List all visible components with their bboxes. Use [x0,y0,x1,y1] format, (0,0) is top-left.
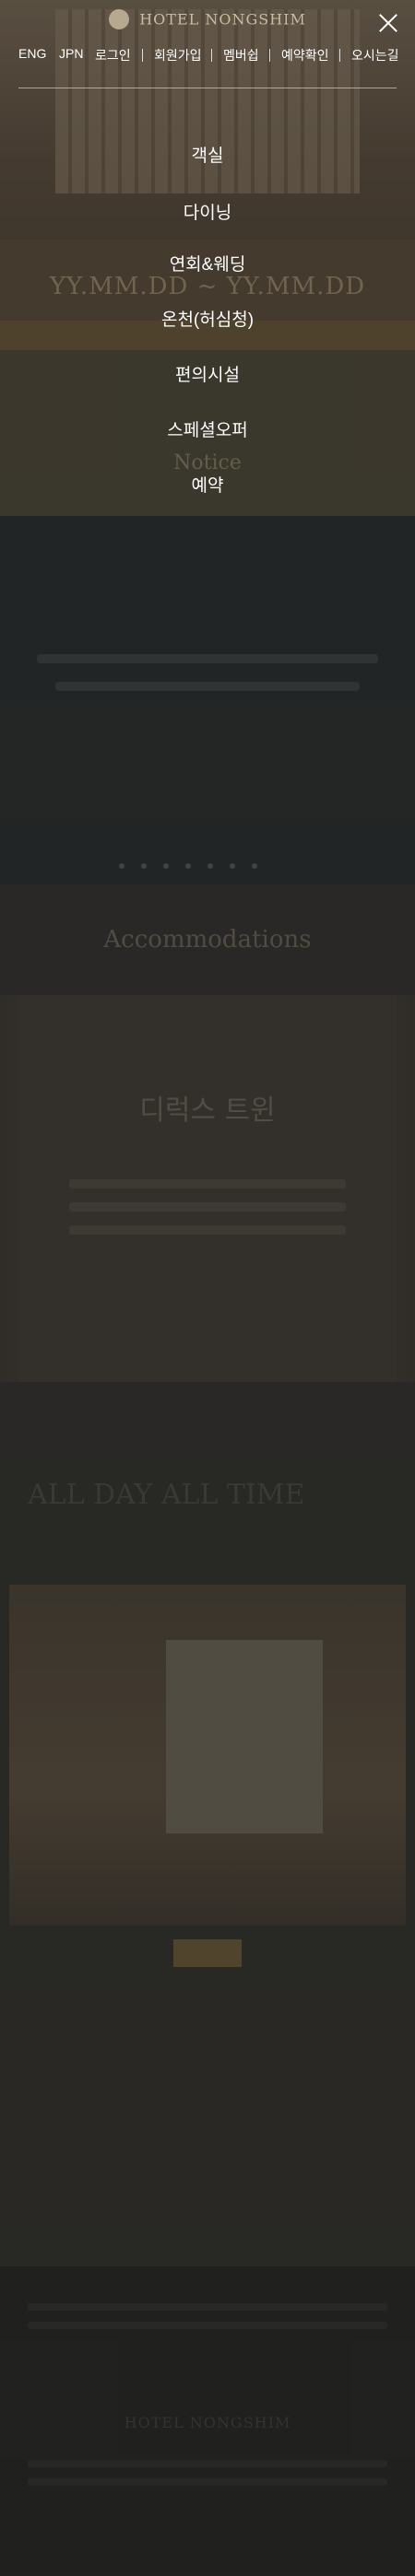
hotel-logo[interactable]: HOTEL NONGSHIM [0,9,415,29]
nav-login[interactable]: 로그인 [95,46,131,64]
nav-directions[interactable]: 오시는길 [351,46,399,64]
menu-dining[interactable]: 다이닝 [0,199,415,224]
menu-banquet-wedding[interactable]: 연회&웨딩 [0,251,415,275]
menu-reservation[interactable]: 예약 [0,472,415,497]
nav-jpn[interactable]: JPN [59,46,83,61]
nav-separator [269,49,270,62]
nav-membership[interactable]: 멤버쉽 [223,46,259,64]
logo-mark-icon [109,9,130,29]
nav-signup[interactable]: 회원가입 [154,46,202,64]
nav-separator [142,49,143,62]
menu-rooms[interactable]: 객실 [0,142,415,167]
logo-text: HOTEL NONGSHIM [139,10,306,29]
nav-eng[interactable]: ENG [18,46,46,61]
menu-hot-spring[interactable]: 온천(허심청) [0,306,415,331]
nav-separator [211,49,212,62]
menu-overlay [0,0,415,2576]
menu-special-offer[interactable]: 스페셜오퍼 [0,416,415,441]
nav-separator [339,49,340,62]
nav-reservation-check[interactable]: 예약확인 [281,46,329,64]
close-icon[interactable] [378,13,398,33]
top-utility-nav: ENG JPN 로그인 회원가입 멤버쉽 예약확인 오시는길 [0,46,415,70]
menu-facilities[interactable]: 편의시설 [0,361,415,386]
